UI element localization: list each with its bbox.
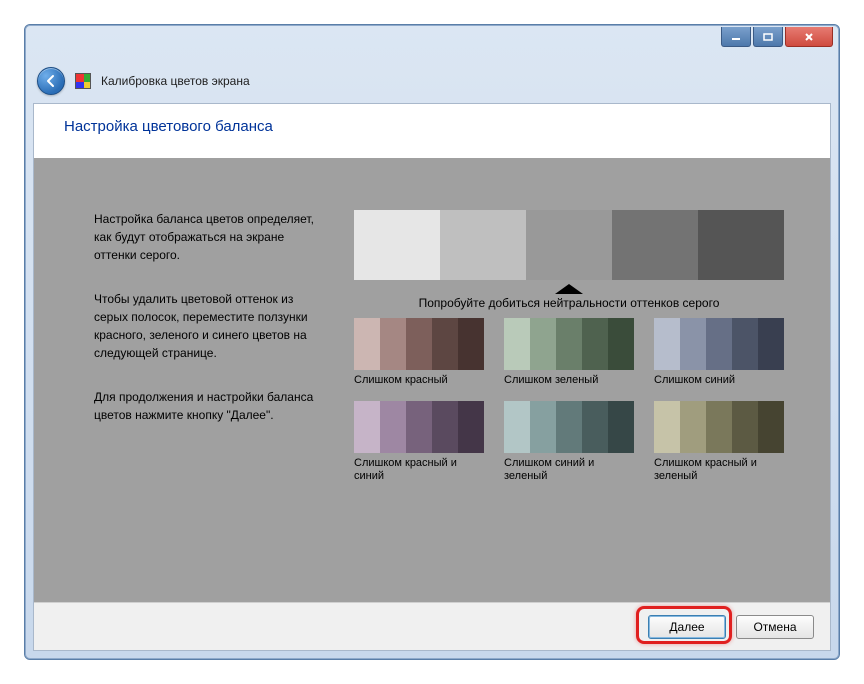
tint-item: Слишком синий и зеленый	[504, 401, 634, 483]
minimize-button[interactable]	[721, 27, 751, 47]
tint-swatch	[654, 401, 680, 453]
instruction-p1: Настройка баланса цветов определяет, как…	[94, 210, 324, 264]
wizard-window: Калибровка цветов экрана Настройка цвето…	[24, 24, 840, 660]
tint-grid: Слишком красный Слишком зеленый Слишком си…	[354, 318, 794, 484]
tint-swatch	[458, 318, 484, 370]
tint-swatch	[432, 318, 458, 370]
tint-item: Слишком синий	[654, 318, 784, 387]
app-icon	[75, 73, 91, 89]
samples: Попробуйте добиться нейтральности оттенк…	[354, 210, 800, 582]
tint-swatch	[732, 318, 758, 370]
tint-swatch	[354, 401, 380, 453]
tint-label: Слишком красный и зеленый	[654, 457, 784, 483]
tint-swatch	[504, 401, 530, 453]
tint-swatch	[582, 401, 608, 453]
tint-label: Слишком синий	[654, 374, 784, 387]
tint-swatch	[608, 401, 634, 453]
cancel-button[interactable]: Отмена	[736, 615, 814, 639]
nav-row: Калибровка цветов экрана	[37, 67, 250, 95]
close-button[interactable]	[785, 27, 833, 47]
tint-swatches	[654, 318, 784, 370]
page-header: Настройка цветового баланса	[34, 104, 830, 147]
footer: Далее Отмена	[34, 602, 830, 650]
tint-swatch	[458, 401, 484, 453]
content-area: Настройка баланса цветов определяет, как…	[34, 158, 830, 602]
tint-swatch	[706, 318, 732, 370]
tint-swatch	[556, 318, 582, 370]
tint-swatch	[380, 318, 406, 370]
next-button[interactable]: Далее	[648, 615, 726, 639]
tint-swatch	[530, 401, 556, 453]
tint-swatch	[758, 401, 784, 453]
tint-swatch	[406, 401, 432, 453]
instruction-p3: Для продолжения и настройки баланса цвет…	[94, 388, 324, 424]
tint-swatch	[732, 401, 758, 453]
tint-swatches	[654, 401, 784, 453]
tint-swatch	[758, 318, 784, 370]
tint-swatch	[680, 401, 706, 453]
tint-swatches	[504, 401, 634, 453]
tint-swatch	[556, 401, 582, 453]
maximize-button[interactable]	[753, 27, 783, 47]
tint-item: Слишком красный и синий	[354, 401, 484, 483]
back-button[interactable]	[37, 67, 65, 95]
tint-item: Слишком красный и зеленый	[654, 401, 784, 483]
tint-swatch	[432, 401, 458, 453]
gray-swatch	[612, 210, 698, 280]
tint-swatch	[406, 318, 432, 370]
tint-swatch	[608, 318, 634, 370]
tint-swatch	[654, 318, 680, 370]
gray-swatch	[440, 210, 526, 280]
gray-swatch	[354, 210, 440, 280]
tint-swatches	[354, 318, 484, 370]
pointer-row	[354, 284, 784, 294]
tint-swatch	[380, 401, 406, 453]
instructions: Настройка баланса цветов определяет, как…	[94, 210, 324, 582]
gray-swatch	[698, 210, 784, 280]
tint-swatch	[680, 318, 706, 370]
window-title: Калибровка цветов экрана	[101, 74, 250, 88]
tint-label: Слишком красный и синий	[354, 457, 484, 483]
tint-item: Слишком красный	[354, 318, 484, 387]
tint-label: Слишком красный	[354, 374, 484, 387]
tint-item: Слишком зеленый	[504, 318, 634, 387]
tint-swatch	[706, 401, 732, 453]
tint-swatches	[354, 401, 484, 453]
tint-label: Слишком зеленый	[504, 374, 634, 387]
tint-swatch	[530, 318, 556, 370]
pointer-up-icon	[555, 284, 583, 294]
tint-swatch	[504, 318, 530, 370]
tint-swatch	[354, 318, 380, 370]
page-heading: Настройка цветового баланса	[64, 118, 800, 135]
instruction-p2: Чтобы удалить цветовой оттенок из серых …	[94, 290, 324, 362]
client-area: Настройка цветового баланса Настройка ба…	[33, 103, 831, 651]
tint-label: Слишком синий и зеленый	[504, 457, 634, 483]
tint-swatch	[582, 318, 608, 370]
gray-swatch	[526, 210, 612, 280]
window-controls	[721, 27, 833, 47]
tint-swatches	[504, 318, 634, 370]
neutral-label: Попробуйте добиться нейтральности оттенк…	[354, 296, 784, 310]
neutral-gray-swatches	[354, 210, 784, 280]
